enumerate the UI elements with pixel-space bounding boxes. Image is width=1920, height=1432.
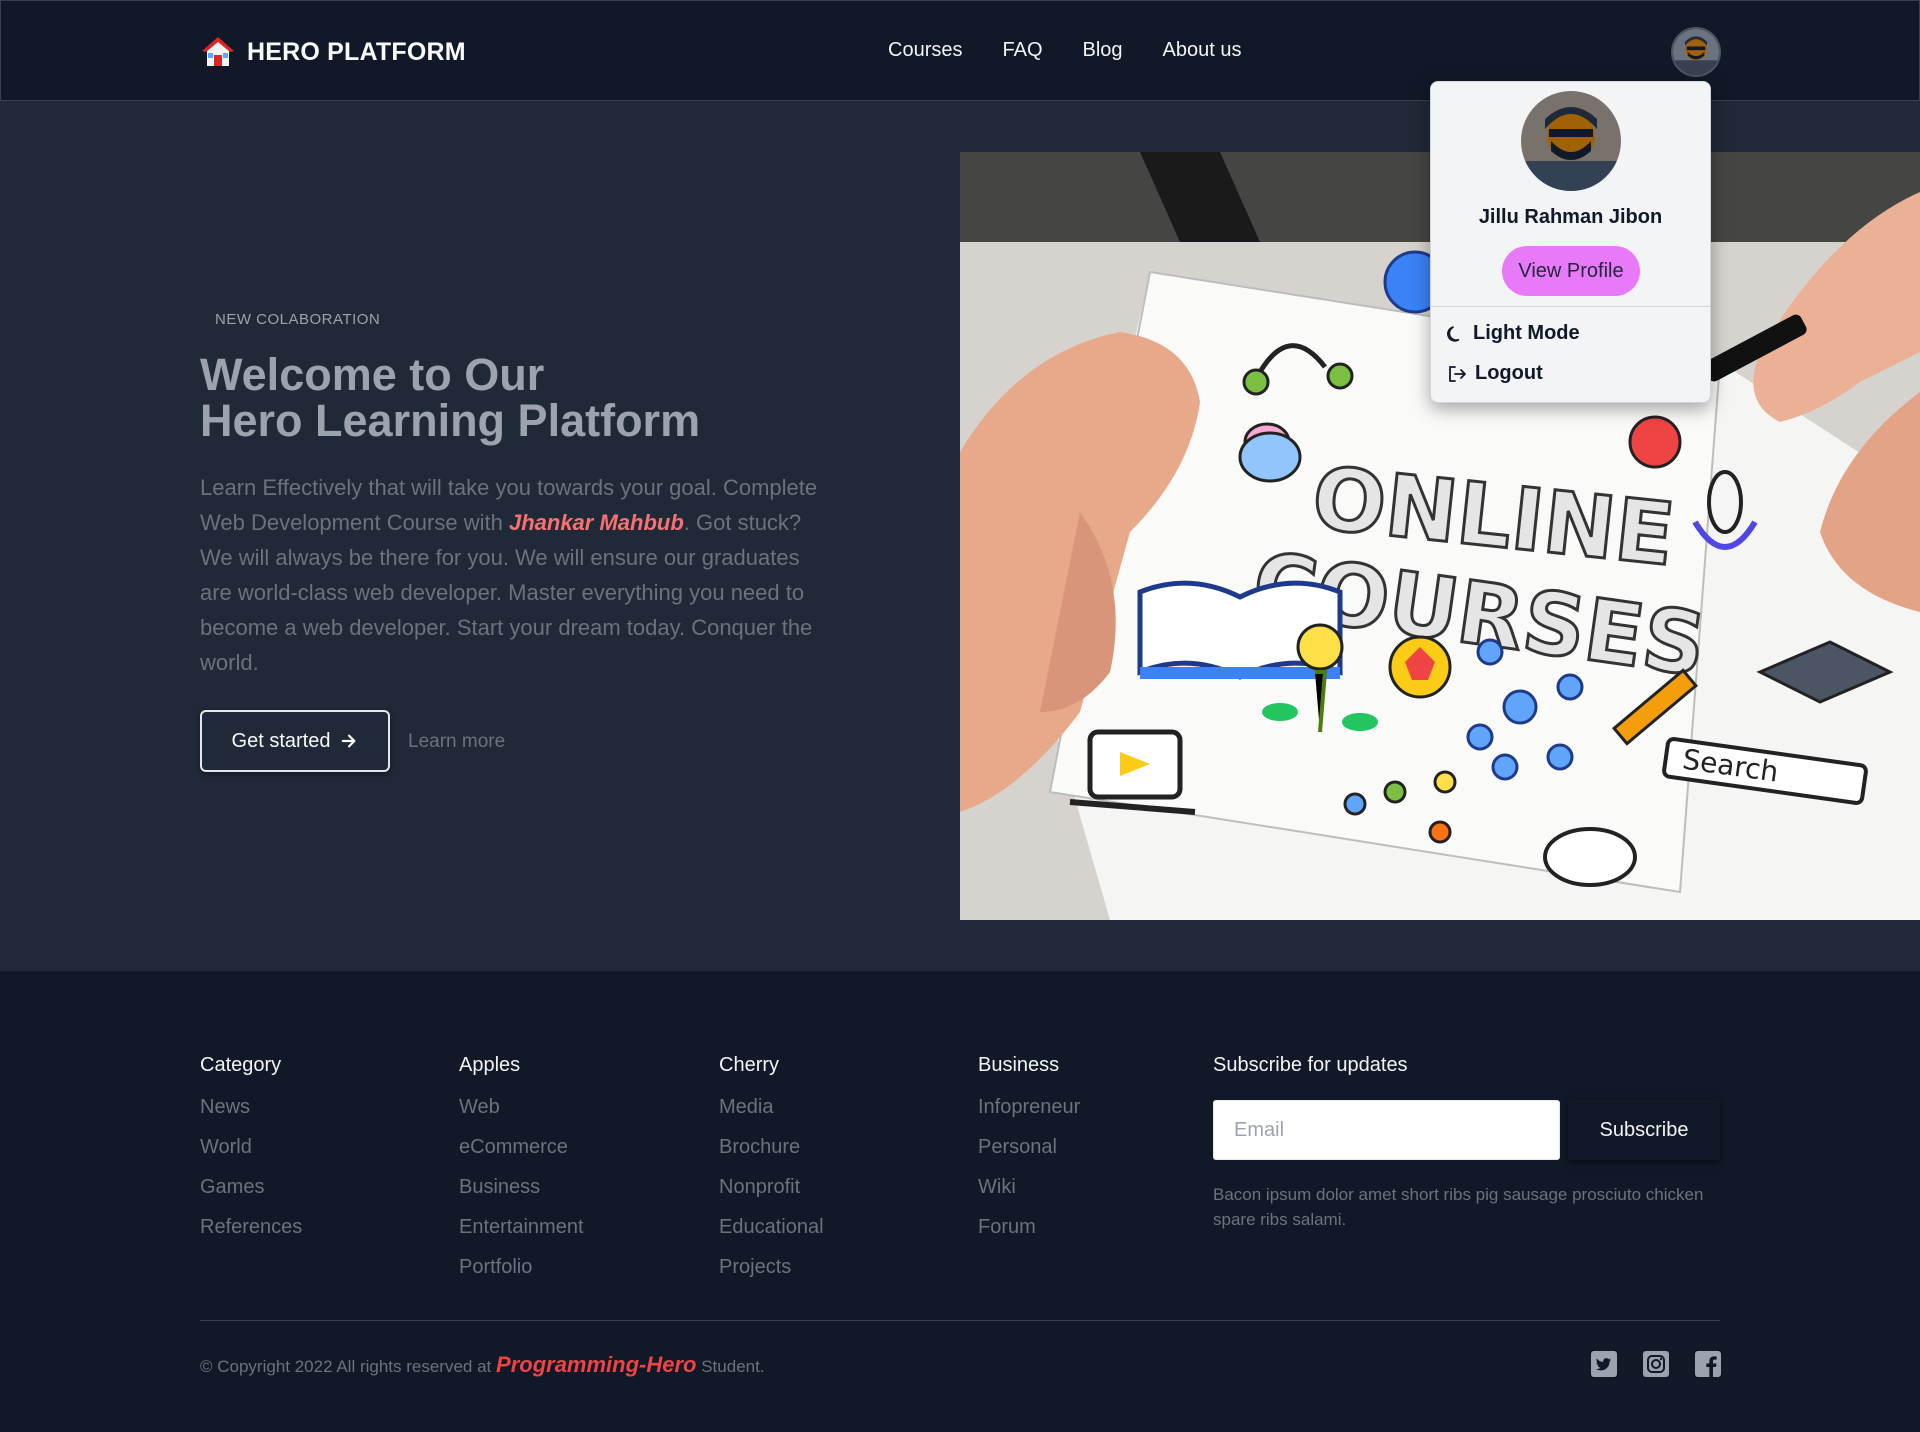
footer-link[interactable]: Entertainment (459, 1214, 584, 1254)
footer-link[interactable]: eCommerce (459, 1134, 584, 1174)
footer-column-category: Category News World Games References (200, 1054, 302, 1254)
footer-divider (200, 1320, 1720, 1321)
footer-link[interactable]: Educational (719, 1214, 824, 1254)
footer-link[interactable]: Infopreneur (978, 1094, 1080, 1134)
logout-button[interactable]: Logout (1447, 362, 1543, 385)
user-avatar-button[interactable] (1671, 27, 1721, 77)
footer-link[interactable]: References (200, 1214, 302, 1254)
user-name: Jillu Rahman Jibon (1478, 206, 1663, 228)
main-nav: Courses FAQ Blog About us (888, 39, 1241, 62)
footer-column-title: Apples (459, 1054, 521, 1076)
footer-link[interactable]: Business (459, 1174, 584, 1214)
twitter-icon[interactable] (1590, 1350, 1618, 1378)
get-started-label: Get started (231, 729, 331, 752)
hero-title-line1: Welcome to Our (200, 349, 545, 400)
footer-link[interactable]: Media (719, 1094, 824, 1134)
learn-more-link[interactable]: Learn more (408, 731, 505, 753)
brand[interactable]: HERO PLATFORM (201, 35, 466, 69)
logout-label: Logout (1475, 362, 1543, 384)
view-profile-button[interactable]: View Profile (1502, 246, 1640, 296)
dropdown-divider (1431, 306, 1710, 307)
footer-column-title: Business (978, 1054, 1060, 1076)
footer-link[interactable]: Wiki (978, 1174, 1080, 1214)
instructor-name: Jhankar Mahbub (508, 510, 684, 535)
nav-link-faq[interactable]: FAQ (1002, 39, 1042, 62)
hero-description: Learn Effectively that will take you tow… (200, 470, 830, 680)
footer-link[interactable]: Personal (978, 1134, 1080, 1174)
subscribe-note: Bacon ipsum dolor amet short ribs pig sa… (1213, 1185, 1704, 1229)
footer-link[interactable]: Portfolio (459, 1254, 584, 1294)
house-icon (202, 37, 234, 66)
subscribe-title: Subscribe for updates (1213, 1054, 1408, 1076)
footer-column-title: Cherry (719, 1054, 780, 1076)
social-links (1590, 1350, 1722, 1378)
nav-link-about[interactable]: About us (1163, 39, 1242, 62)
footer-column-cherry: Cherry Media Brochure Nonprofit Educatio… (719, 1054, 824, 1294)
copyright-brand[interactable]: Programming-Hero (496, 1352, 696, 1377)
footer-link[interactable]: Brochure (719, 1134, 824, 1174)
facebook-icon[interactable] (1694, 1350, 1722, 1378)
nav-link-courses[interactable]: Courses (888, 39, 962, 62)
profile-dropdown: Jillu Rahman Jibon View Profile Light Mo… (1430, 81, 1711, 403)
avatar (1673, 29, 1719, 75)
brand-name: HERO PLATFORM (247, 37, 466, 66)
footer-link[interactable]: Forum (978, 1214, 1080, 1254)
footer-link[interactable]: Projects (719, 1254, 824, 1294)
footer-link[interactable]: News (200, 1094, 302, 1134)
nav-link-blog[interactable]: Blog (1083, 39, 1123, 62)
hero-title-line2: Hero Learning Platform (200, 395, 701, 446)
logout-icon (1449, 365, 1466, 382)
hero-tagline: NEW COLABORATION (215, 311, 381, 328)
footer-column-title: Category (200, 1054, 282, 1076)
footer-column-business: Business Infopreneur Personal Wiki Forum (978, 1054, 1080, 1254)
footer-link[interactable]: World (200, 1134, 302, 1174)
subscribe-button[interactable]: Subscribe (1568, 1100, 1720, 1160)
arrow-right-icon (342, 734, 356, 748)
copyright-suffix: Student. (696, 1357, 765, 1376)
copyright: © Copyright 2022 All rights reserved at … (200, 1352, 765, 1378)
hero-title: Welcome to Our Hero Learning Platform (200, 352, 700, 444)
footer-link[interactable]: Web (459, 1094, 584, 1134)
copyright-prefix: © Copyright 2022 All rights reserved at (200, 1357, 497, 1376)
moon-icon (1447, 325, 1460, 342)
footer-column-apples: Apples Web eCommerce Business Entertainm… (459, 1054, 584, 1294)
light-mode-label: Light Mode (1473, 322, 1580, 344)
get-started-button[interactable]: Get started (200, 710, 390, 772)
dropdown-avatar (1521, 91, 1621, 191)
email-field[interactable] (1213, 1100, 1560, 1160)
instagram-icon[interactable] (1642, 1350, 1670, 1378)
footer-link[interactable]: Nonprofit (719, 1174, 824, 1214)
light-mode-toggle[interactable]: Light Mode (1445, 322, 1580, 345)
footer-link[interactable]: Games (200, 1174, 302, 1214)
